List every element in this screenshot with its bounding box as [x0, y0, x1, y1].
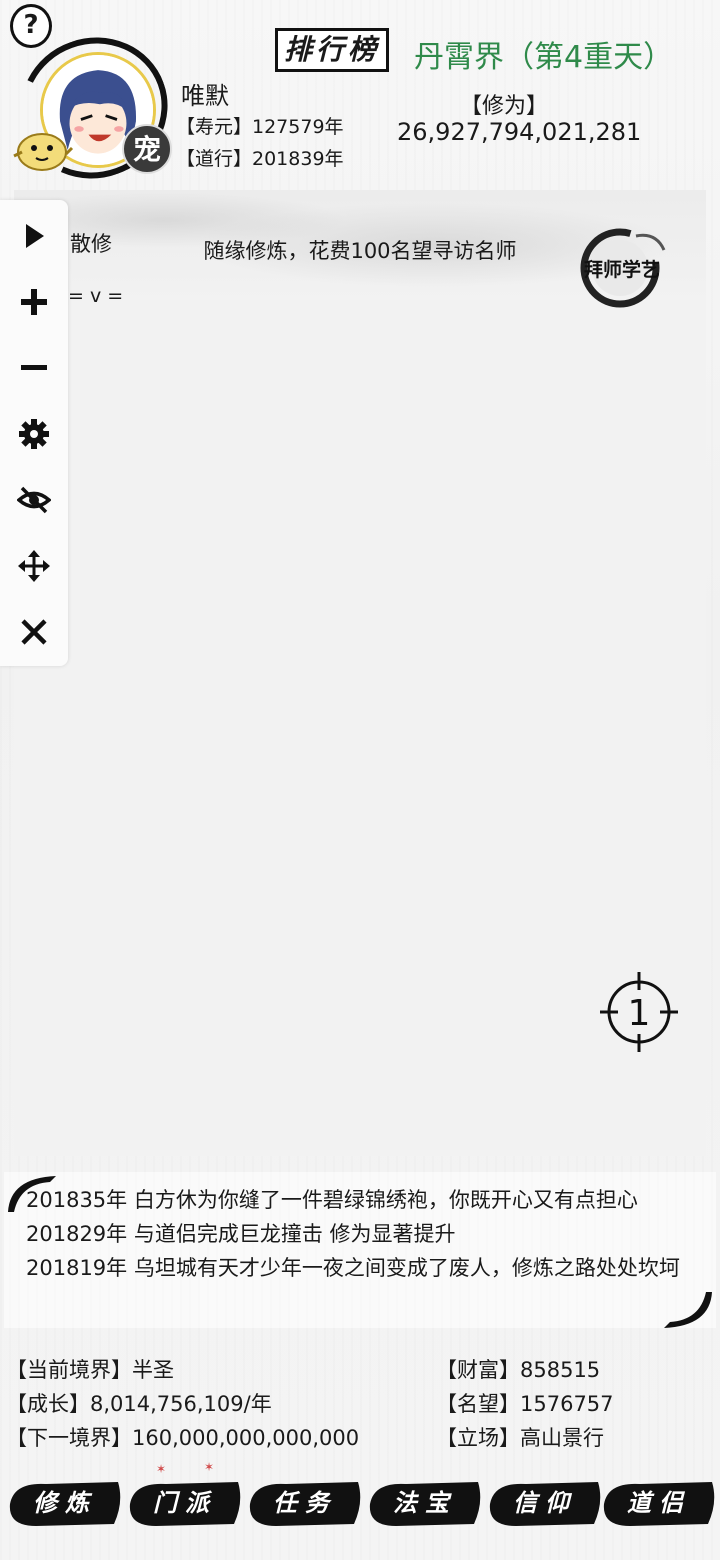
pet-creature-icon [13, 133, 74, 171]
reputation-stat: 【名望】1576757 [436, 1392, 614, 1416]
zoom-out-button[interactable] [12, 346, 56, 390]
target-marker[interactable]: 1 [598, 970, 680, 1054]
help-button[interactable]: ? [10, 4, 52, 48]
event-log: 201835年 白方休为你缝了一件碧绿锦绣袍，你既开心又有点担心 201829年… [26, 1186, 694, 1320]
nav-cultivate[interactable]: 修炼 [6, 1476, 124, 1530]
close-icon [21, 619, 47, 645]
ink-seal-icon: 拜师学艺 [580, 228, 666, 308]
cultivation-label: 【修为】 [460, 94, 549, 119]
realm-title: 丹霄界（第4重天） [414, 40, 674, 75]
wealth-stat: 【财富】858515 [436, 1358, 601, 1382]
nav-label: 门派 [153, 1488, 217, 1517]
current-realm-stat: 【当前境界】半圣 [6, 1358, 174, 1382]
log-entry: 201819年 乌坦城有天才少年一夜之间变成了废人，修炼之路处处坎坷 [26, 1256, 680, 1280]
floating-toolbar [0, 200, 68, 666]
log-entry: 201829年 与道侣完成巨龙撞击 修为显著提升 [26, 1222, 456, 1246]
nav-label: 法宝 [393, 1488, 457, 1517]
crosshair-icon: 1 [600, 972, 678, 1052]
play-icon [26, 224, 44, 248]
log-entry: 201835年 白方休为你缝了一件碧绿锦绣袍，你既开心又有点担心 [26, 1188, 638, 1212]
move-button[interactable] [12, 544, 56, 588]
stance-stat: 【立场】高山景行 [436, 1426, 604, 1450]
play-button[interactable] [12, 214, 56, 258]
player-name: 唯默 [181, 82, 229, 110]
pet-sprite [8, 126, 74, 174]
seek-master-button[interactable]: 拜师学艺 [576, 222, 672, 310]
settings-button[interactable] [12, 412, 56, 456]
nav-sect[interactable]: 门派 [126, 1476, 244, 1530]
nav-tasks[interactable]: 任务 [246, 1476, 364, 1530]
close-button[interactable] [12, 610, 56, 654]
nav-companion[interactable]: 道侣 [600, 1476, 718, 1530]
bottom-nav: ✶ ✶ 修炼 门派 任务 法宝 信仰 道侣 [0, 1460, 720, 1538]
lifespan-stat: 【寿元】127579年 [176, 116, 344, 138]
minus-icon [21, 365, 47, 370]
next-realm-stat: 【下一境界】160,000,000,000,000 [6, 1426, 360, 1450]
sect-rank-label: 散修 [70, 232, 112, 256]
help-icon: ? [23, 10, 39, 40]
gear-icon [19, 419, 49, 449]
move-icon [18, 550, 50, 582]
dao-age-stat: 【道行】201839年 [176, 148, 344, 170]
nav-label: 道侣 [627, 1488, 691, 1517]
seek-master-hint: 随缘修炼，花费100名望寻访名师 [203, 239, 517, 263]
notify-mark-icon: ✶ [204, 1460, 215, 1474]
nav-label: 信仰 [513, 1488, 577, 1517]
plus-icon [21, 289, 47, 315]
notify-mark-icon: ✶ [156, 1462, 167, 1476]
target-number: 1 [628, 993, 651, 1034]
eye-off-icon [17, 486, 51, 514]
seal-text: 拜师学艺 [584, 258, 660, 281]
hide-button[interactable] [12, 478, 56, 522]
pet-badge[interactable]: 宠 [122, 124, 172, 174]
zoom-in-button[interactable] [12, 280, 56, 324]
nav-label: 任务 [273, 1488, 337, 1517]
ranking-button[interactable]: 排行榜 [275, 28, 389, 72]
nav-treasures[interactable]: 法宝 [366, 1476, 484, 1530]
cultivation-value: 26,927,794,021,281 [397, 118, 642, 146]
growth-stat: 【成长】8,014,756,109/年 [6, 1392, 272, 1416]
nav-label: 修炼 [33, 1488, 97, 1517]
emote-text: = v = [68, 285, 124, 307]
nav-faith[interactable]: 信仰 [486, 1476, 604, 1530]
